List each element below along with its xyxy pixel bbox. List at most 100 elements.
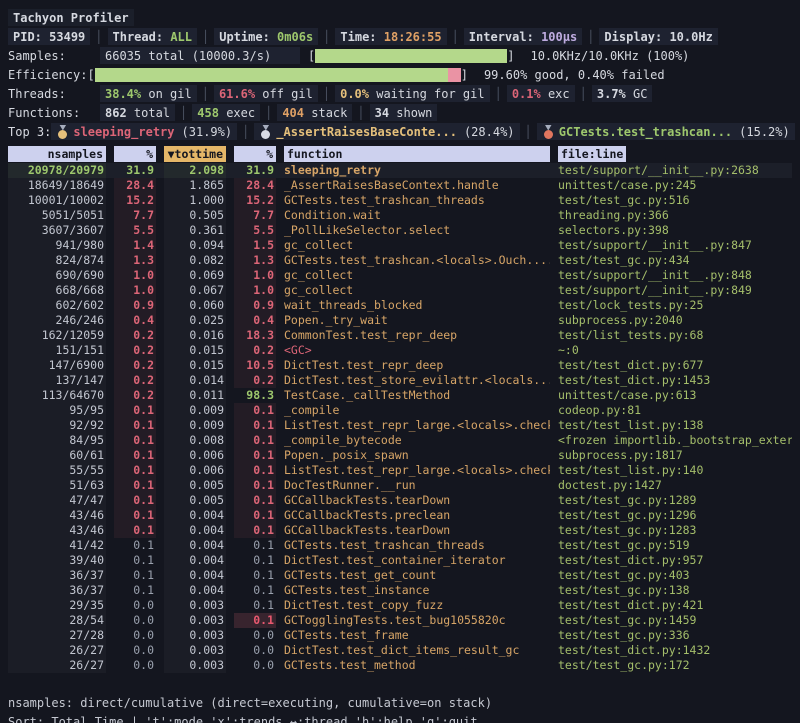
- table-row[interactable]: 3607/3607 5.5 0.361 5.5 _PollLikeSelecto…: [8, 223, 792, 238]
- table-row[interactable]: 36/37 0.1 0.004 0.1 GCTests.test_get_cou…: [8, 568, 792, 583]
- cell-nsamples: 690/690: [8, 268, 106, 283]
- cell-nsamples: 3607/3607: [8, 223, 106, 238]
- thread-segment[interactable]: Thread: ALL: [108, 28, 198, 45]
- cell-nsamples: 36/37: [8, 568, 106, 583]
- threads-waiting-gil: 0.0% waiting for gil: [335, 85, 490, 102]
- table-row[interactable]: 95/95 0.1 0.009 0.1 _compile codeop.py:8…: [8, 403, 792, 418]
- divider: │: [242, 125, 249, 139]
- cell-file-line: subprocess.py:1817: [558, 448, 792, 463]
- table-row[interactable]: 690/690 1.0 0.069 1.0 gc_collect test/su…: [8, 268, 792, 283]
- table-row[interactable]: 41/42 0.1 0.004 0.1 GCTests.test_trashca…: [8, 538, 792, 553]
- top3-pct-1: (31.9%): [182, 125, 233, 139]
- cell-file-line: test/test_gc.py:1289: [558, 493, 792, 508]
- table-row[interactable]: 941/980 1.4 0.094 1.5 gc_collect test/su…: [8, 238, 792, 253]
- divider: │: [323, 30, 330, 44]
- cell-file-line: test/test_dict.py:1432: [558, 643, 792, 658]
- cell-tottime: 1.000: [164, 193, 226, 208]
- table-row[interactable]: 162/12059 0.2 0.016 18.3 CommonTest.test…: [8, 328, 792, 343]
- table-row[interactable]: 27/28 0.0 0.003 0.0 GCTests.test_frame t…: [8, 628, 792, 643]
- table-row[interactable]: 26/27 0.0 0.003 0.0 DictTest.test_dict_i…: [8, 643, 792, 658]
- table-row[interactable]: 824/874 1.3 0.082 1.3 GCTests.test_trash…: [8, 253, 792, 268]
- table-row[interactable]: 28/54 0.0 0.003 0.1 GCTogglingTests.test…: [8, 613, 792, 628]
- table-row[interactable]: 43/46 0.1 0.004 0.1 GCCallbackTests.prec…: [8, 508, 792, 523]
- col-header-pct-direct[interactable]: %: [114, 146, 156, 162]
- cell-tottime: 0.060: [164, 298, 226, 313]
- table-row[interactable]: 602/602 0.9 0.060 0.9 wait_threads_block…: [8, 298, 792, 313]
- table-row[interactable]: 92/92 0.1 0.009 0.1 ListTest.test_repr_l…: [8, 418, 792, 433]
- col-header-file-line[interactable]: file:line: [558, 146, 626, 162]
- cell-pct-direct: 7.7: [114, 208, 156, 223]
- efficiency-bar-open-bracket: [: [87, 68, 94, 82]
- cell-tottime: 1.865: [164, 178, 226, 193]
- cell-file-line: test/support/__init__.py:848: [558, 268, 792, 283]
- cell-tottime: 0.361: [164, 223, 226, 238]
- table-row[interactable]: 137/147 0.2 0.014 0.2 DictTest.test_stor…: [8, 373, 792, 388]
- cell-pct-cumulative: 18.3: [234, 328, 276, 343]
- cell-tottime: 0.003: [164, 613, 226, 628]
- table-row[interactable]: 18649/18649 28.4 1.865 28.4 _AssertRaise…: [8, 178, 792, 193]
- cell-pct-direct: 15.2: [114, 193, 156, 208]
- cell-pct-direct: 0.0: [114, 598, 156, 613]
- table-row[interactable]: 39/40 0.1 0.004 0.1 DictTest.test_contai…: [8, 553, 792, 568]
- table-row[interactable]: 26/27 0.0 0.003 0.0 GCTests.test_method …: [8, 658, 792, 673]
- cell-pct-cumulative: 0.2: [234, 373, 276, 388]
- col-header-function[interactable]: function: [284, 146, 550, 162]
- col-header-tottime-sorted[interactable]: ▼tottime: [164, 146, 226, 162]
- cell-pct-direct: 1.0: [114, 283, 156, 298]
- table-row[interactable]: 147/6900 0.2 0.015 10.5 DictTest.test_re…: [8, 358, 792, 373]
- top3-item-3[interactable]: GCTests.test_trashcan...(15.2%): [537, 123, 795, 140]
- table-row[interactable]: 151/151 0.2 0.015 0.2 <GC> ~:0: [8, 343, 792, 358]
- table-row[interactable]: 10001/10002 15.2 1.000 15.2 GCTests.test…: [8, 193, 792, 208]
- top3-item-1[interactable]: sleeping_retry(31.9%): [51, 123, 237, 140]
- table-row[interactable]: 113/64670 0.2 0.011 98.3 TestCase._callT…: [8, 388, 792, 403]
- cell-function: GCTests.test_trashcan_threads: [284, 538, 550, 553]
- cell-pct-direct: 0.1: [114, 433, 156, 448]
- title-bar: Tachyon Profiler: [8, 8, 792, 27]
- cell-pct-cumulative: 0.0: [234, 658, 276, 673]
- table-row[interactable]: 55/55 0.1 0.006 0.1 ListTest.test_repr_l…: [8, 463, 792, 478]
- gc-value: 3.7%: [597, 87, 626, 101]
- table-row[interactable]: 36/37 0.1 0.004 0.1 GCTests.test_instanc…: [8, 583, 792, 598]
- table-row[interactable]: 43/46 0.1 0.004 0.1 GCCallbackTests.tear…: [8, 523, 792, 538]
- interval-value: 100µs: [541, 30, 577, 44]
- cell-function: _compile_bytecode: [284, 433, 550, 448]
- cell-nsamples: 84/95: [8, 433, 106, 448]
- table-row[interactable]: 20978/20979 31.9 2.098 31.9 sleeping_ret…: [8, 163, 792, 178]
- cell-function: GCTests.test_method: [284, 658, 550, 673]
- cell-nsamples: 824/874: [8, 253, 106, 268]
- col-header-pct-cumulative[interactable]: %: [234, 146, 276, 162]
- divider: │: [525, 125, 532, 139]
- cell-pct-cumulative: 0.1: [234, 493, 276, 508]
- cell-function: gc_collect: [284, 238, 550, 253]
- table-row[interactable]: 47/47 0.1 0.005 0.1 GCCallbackTests.tear…: [8, 493, 792, 508]
- cell-pct-cumulative: 10.5: [234, 358, 276, 373]
- cell-nsamples: 36/37: [8, 583, 106, 598]
- cell-tottime: 0.003: [164, 643, 226, 658]
- uptime-segment: Uptime: 0m06s: [214, 28, 318, 45]
- cell-function: GCCallbackTests.tearDown: [284, 493, 550, 508]
- table-row[interactable]: 29/35 0.0 0.003 0.1 DictTest.test_copy_f…: [8, 598, 792, 613]
- col-header-nsamples[interactable]: nsamples: [8, 146, 106, 162]
- cell-function: Condition.wait: [284, 208, 550, 223]
- table-row[interactable]: 60/61 0.1 0.006 0.1 Popen._posix_spawn s…: [8, 448, 792, 463]
- status-bar: PID: 53499 │ Thread: ALL │ Uptime: 0m06s…: [8, 27, 792, 46]
- table-row[interactable]: 84/95 0.1 0.008 0.1 _compile_bytecode <f…: [8, 433, 792, 448]
- cell-function: sleeping_retry: [284, 163, 550, 178]
- table-row[interactable]: 5051/5051 7.7 0.505 7.7 Condition.wait t…: [8, 208, 792, 223]
- threads-line: Threads: 38.4% on gil │ 61.6% off gil │ …: [8, 84, 792, 103]
- cell-nsamples: 162/12059: [8, 328, 106, 343]
- efficiency-good-segment: [95, 68, 448, 82]
- cell-tottime: 0.009: [164, 418, 226, 433]
- table-row[interactable]: 51/63 0.1 0.005 0.1 DocTestRunner.__run …: [8, 478, 792, 493]
- cell-pct-cumulative: 0.1: [234, 613, 276, 628]
- top3-item-2[interactable]: _AssertRaisesBaseConte...(28.4%): [254, 123, 519, 140]
- table-row[interactable]: 246/246 0.4 0.025 0.4 Popen._try_wait su…: [8, 313, 792, 328]
- functions-shown-value: 34: [375, 106, 389, 120]
- cell-pct-direct: 0.1: [114, 568, 156, 583]
- footer: nsamples: direct/cumulative (direct=exec…: [8, 693, 792, 723]
- samples-rate: 10.0KHz/10.0KHz (100%): [530, 49, 689, 63]
- cell-pct-cumulative: 98.3: [234, 388, 276, 403]
- cell-pct-direct: 31.9: [114, 163, 156, 178]
- table-row[interactable]: 668/668 1.0 0.067 1.0 gc_collect test/su…: [8, 283, 792, 298]
- cell-function: Popen._posix_spawn: [284, 448, 550, 463]
